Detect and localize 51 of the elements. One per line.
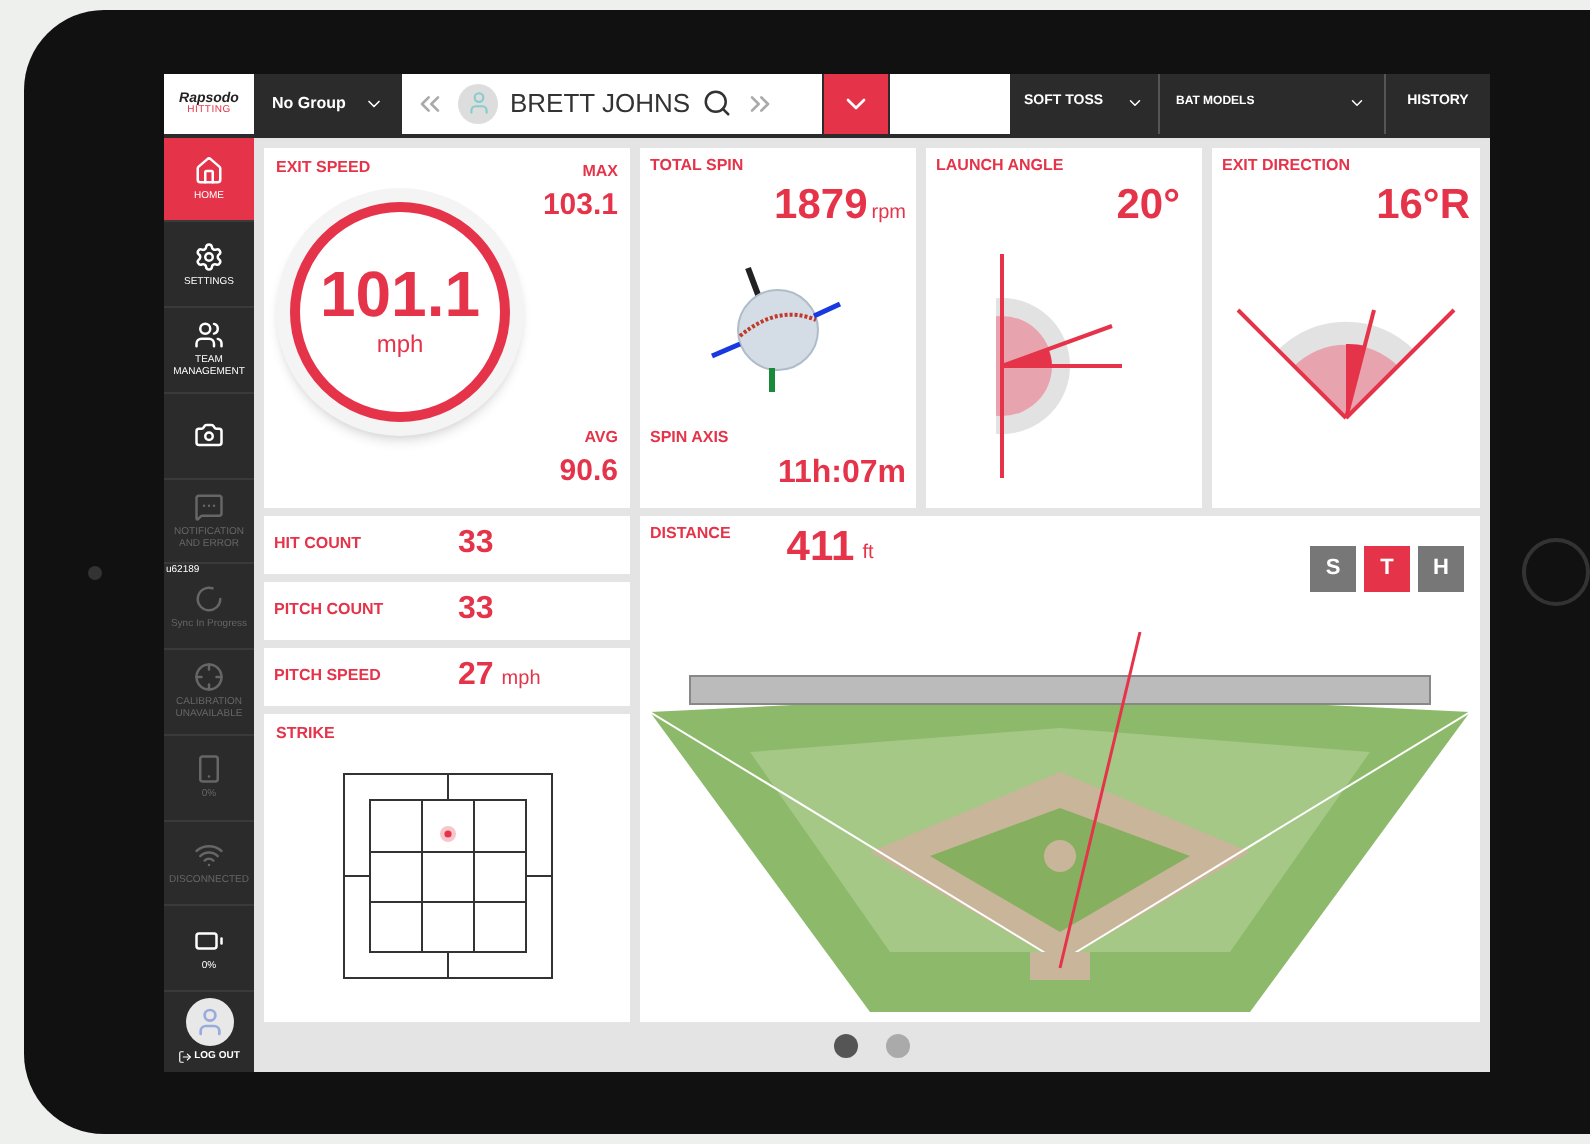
- people-icon: [194, 320, 224, 351]
- card-title: EXIT DIRECTION: [1222, 157, 1353, 173]
- count-value: 33: [458, 590, 494, 630]
- spin-value: 1879: [774, 179, 868, 231]
- card-title: LAUNCH ANGLE: [936, 157, 1066, 173]
- wifi-icon: [194, 839, 224, 870]
- caret-icon: [1126, 94, 1144, 112]
- card-title: TOTAL SPIN: [650, 157, 746, 173]
- group-dropdown[interactable]: No Group: [256, 73, 400, 133]
- view-toggle[interactable]: H: [1418, 545, 1464, 591]
- spin-axis-value: 11h:07m: [777, 453, 906, 493]
- card-title: EXIT SPEED: [276, 159, 373, 175]
- spin-unit: rpm: [871, 199, 906, 227]
- settings-icon: [194, 241, 224, 272]
- card-title: STRIKE: [276, 725, 337, 741]
- home-button[interactable]: [1521, 538, 1589, 606]
- count-label: HIT COUNT: [274, 532, 364, 556]
- avg-value: 90.6: [559, 452, 618, 492]
- top-bar-blank-panel: [890, 73, 1010, 133]
- person-icon: [465, 90, 491, 116]
- distance-value: 411: [786, 525, 855, 567]
- exit-direction-value: 16°R: [1376, 179, 1470, 231]
- person-icon: [193, 1006, 225, 1038]
- camera-icon: [194, 420, 224, 451]
- avg-label: AVG: [584, 426, 618, 450]
- spin-axis-label: SPIN AXIS: [650, 425, 731, 449]
- view-toggle[interactable]: S: [1310, 545, 1356, 591]
- player-name[interactable]: BRETT JOHNS: [510, 83, 691, 123]
- distance-unit: ft: [862, 539, 874, 567]
- max-value: 103.1: [542, 185, 618, 225]
- search-icon[interactable]: [702, 88, 733, 118]
- view-toggle[interactable]: T: [1364, 545, 1410, 591]
- launch-angle-value: 20°: [1116, 179, 1182, 231]
- count-value: 33: [458, 524, 494, 564]
- chat-bubble-icon: [194, 491, 224, 522]
- dropdown-button[interactable]: [824, 73, 888, 133]
- card-title: DISTANCE: [650, 525, 731, 541]
- exit-speed-value: 101.1: [319, 261, 481, 325]
- max-label: MAX: [582, 159, 618, 183]
- logout-icon: [178, 1050, 193, 1065]
- crosshair-icon: [194, 662, 224, 693]
- ring-icon: [194, 583, 224, 614]
- count-label: PITCH SPEED: [274, 664, 383, 688]
- phone-icon: [194, 754, 224, 785]
- home-icon: [194, 155, 224, 186]
- count-label: PITCH COUNT: [274, 598, 386, 622]
- exit-speed-unit: mph: [376, 327, 424, 361]
- camera-icon: [87, 565, 101, 579]
- count-unit: mph: [501, 666, 541, 694]
- count-value: 27: [458, 656, 494, 696]
- caret-icon: [1348, 94, 1366, 112]
